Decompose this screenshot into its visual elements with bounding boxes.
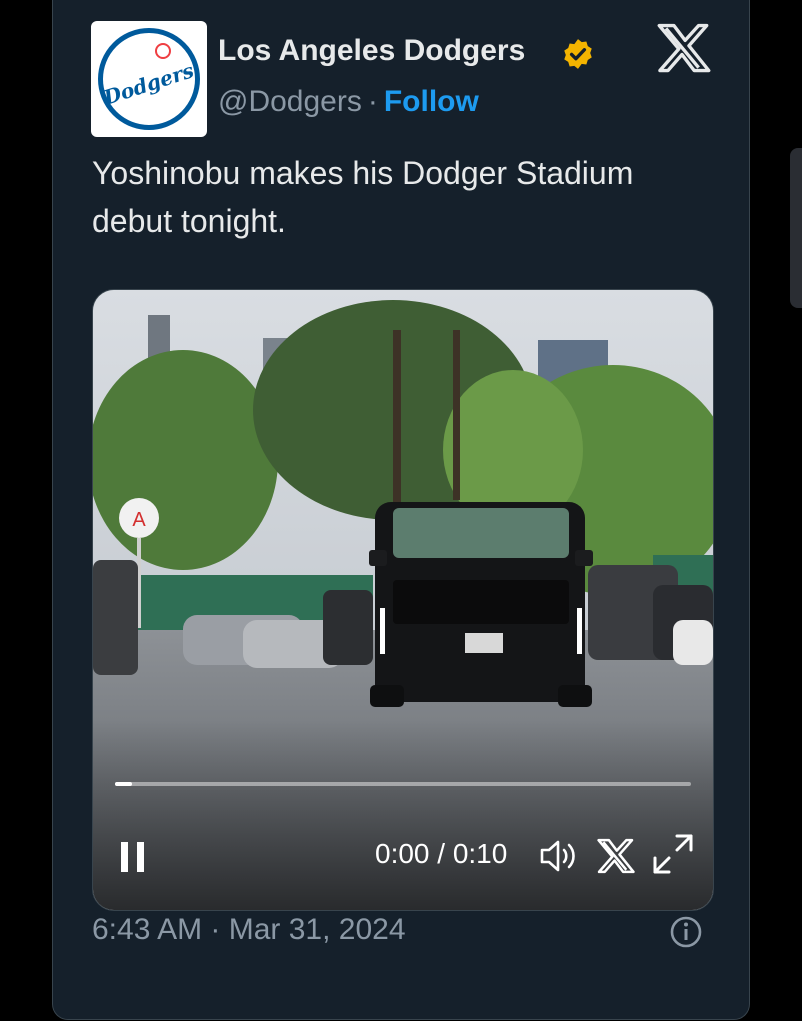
dodgers-logo: Dodgers — [98, 28, 200, 130]
video-progress-fill — [115, 782, 133, 786]
video-player[interactable]: A 0:00 / 0:10 — [92, 289, 714, 911]
handle-row: @Dodgers · Follow — [218, 85, 479, 119]
account-handle[interactable]: @Dodgers — [218, 85, 362, 118]
pause-icon[interactable] — [117, 840, 151, 874]
video-frame: A — [93, 290, 713, 910]
x-logo-icon[interactable] — [657, 23, 711, 73]
video-scrubber[interactable] — [115, 782, 691, 786]
x-logo-icon[interactable] — [597, 838, 635, 874]
tweet-timestamp[interactable]: 6:43 AM · Mar 31, 2024 — [92, 913, 406, 947]
separator-dot: · — [367, 85, 378, 118]
tweet-content: Dodgers Los Angeles Dodgers @Dodgers · Fol… — [53, 1, 749, 1021]
tweet-card: Dodgers Los Angeles Dodgers @Dodgers · Fol… — [52, 0, 750, 1020]
fullscreen-icon[interactable] — [651, 832, 695, 876]
avatar-logo-text: Dodgers — [100, 58, 198, 110]
video-time: 0:00 / 0:10 — [375, 838, 508, 869]
tweet-text: Yoshinobu makes his Dodger Stadium debut… — [92, 155, 634, 239]
account-name[interactable]: Los Angeles Dodgers — [218, 34, 525, 68]
verified-badge-icon — [564, 39, 592, 69]
side-edge-handle[interactable] — [790, 148, 802, 308]
parking-sign-letter: A — [132, 509, 146, 531]
follow-button[interactable]: Follow — [384, 85, 479, 118]
avatar[interactable]: Dodgers — [91, 21, 207, 137]
volume-icon[interactable] — [539, 838, 579, 874]
baseball-icon — [155, 43, 171, 59]
info-icon[interactable] — [669, 915, 703, 949]
